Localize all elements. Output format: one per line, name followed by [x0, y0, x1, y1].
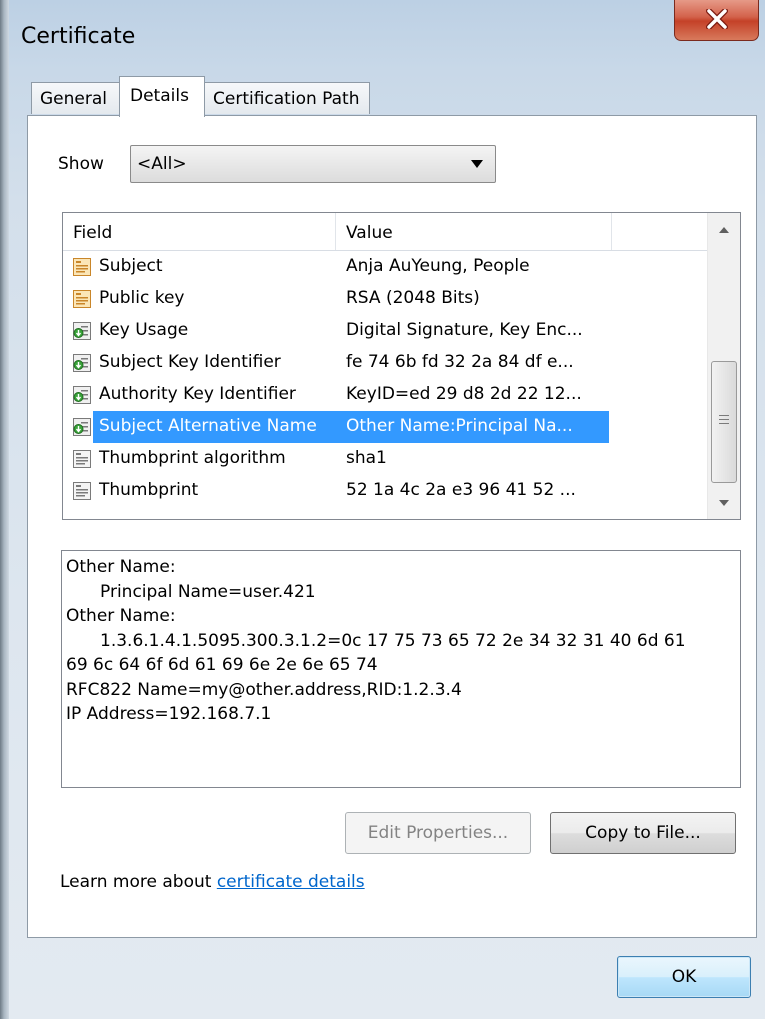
detail-line: IP Address=192.168.7.1 [66, 704, 272, 724]
field-name-cell: Subject [99, 256, 163, 276]
cert-extension-icon [72, 321, 92, 341]
list-row[interactable]: Thumbprint 52 1a 4c 2a e3 96 41 52 ... [63, 475, 707, 507]
column-header-value[interactable]: Value [336, 213, 612, 250]
field-name-cell: Thumbprint algorithm [99, 448, 286, 468]
scroll-up-button[interactable] [708, 213, 740, 247]
detail-line: 69 6c 64 6f 6d 61 69 6e 2e 6e 65 74 [66, 655, 378, 675]
list-rows: Subject Anja AuYeung, People Public key RSA… [63, 251, 707, 507]
ok-button[interactable]: OK [617, 956, 751, 998]
list-row[interactable]: Thumbprint algorithm sha1 [63, 443, 707, 475]
field-name-cell: Authority Key Identifier [99, 384, 296, 404]
field-name-cell: Public key [99, 288, 185, 308]
field-value-cell: Digital Signature, Key Enc... [346, 320, 583, 340]
detail-line: RFC822 Name=my@other.address,RID:1.2.3.4 [66, 679, 462, 700]
list-row[interactable]: Subject Key Identifier fe 74 6b fd 32 2a … [63, 347, 707, 379]
detail-line: Other Name: [66, 557, 176, 577]
title-bar[interactable]: Certificate [9, 0, 765, 78]
field-name-cell: Subject Key Identifier [99, 352, 281, 372]
detail-line: Principal Name=user.421 [100, 581, 316, 602]
list-row[interactable]: Subject Alternative Name Other Name:Princ… [63, 411, 707, 443]
field-value-cell: RSA (2048 Bits) [346, 288, 480, 308]
list-row[interactable]: Subject Anja AuYeung, People [63, 251, 707, 283]
scroll-thumb[interactable] [711, 361, 737, 483]
edit-properties-button[interactable]: Edit Properties... [345, 812, 531, 854]
field-name-cell: Thumbprint [99, 480, 199, 500]
window-frame-edge [0, 0, 9, 1019]
window-title: Certificate [21, 24, 136, 49]
column-header-empty [612, 213, 707, 250]
list-row[interactable]: Key Usage Digital Signature, Key Enc... [63, 315, 707, 347]
learn-more-prefix: Learn more about [60, 872, 217, 892]
cert-field-icon [72, 257, 92, 277]
close-icon [705, 9, 728, 29]
show-dropdown-value: <All> [137, 154, 187, 174]
chevron-down-icon [471, 160, 483, 168]
field-name-cell: Subject Alternative Name [99, 416, 317, 436]
certificate-details-link[interactable]: certificate details [217, 872, 365, 892]
list-header: Field Value [63, 213, 707, 251]
learn-more-text: Learn more about certificate details [60, 872, 365, 892]
tab-details[interactable]: Details [119, 76, 205, 117]
field-value-cell: Anja AuYeung, People [346, 256, 530, 276]
list-row[interactable]: Authority Key Identifier KeyID=ed 29 d8 2… [63, 379, 707, 411]
detail-line: Other Name: [66, 606, 176, 626]
show-label: Show [58, 154, 104, 174]
field-name-cell: Key Usage [99, 320, 189, 340]
field-value-cell: 52 1a 4c 2a e3 96 41 52 ... [346, 480, 576, 500]
arrow-down-icon [719, 500, 729, 506]
tab-certification-path[interactable]: Certification Path [204, 82, 370, 114]
close-button[interactable] [674, 0, 759, 41]
tab-general[interactable]: General [31, 82, 120, 114]
field-value-cell: sha1 [346, 448, 387, 468]
show-dropdown[interactable]: <All> [130, 145, 496, 183]
list-scrollbar[interactable] [707, 213, 740, 519]
arrow-up-icon [719, 227, 729, 233]
list-row[interactable]: Public key RSA (2048 Bits) [63, 283, 707, 315]
field-value-cell: fe 74 6b fd 32 2a 84 df e... [346, 352, 574, 372]
cert-property-icon [72, 481, 92, 501]
cert-extension-icon [72, 353, 92, 373]
detail-line: 1.3.6.1.4.1.5095.300.3.1.2=0c 17 75 73 6… [100, 630, 686, 651]
column-header-field[interactable]: Field [63, 213, 336, 250]
details-tab-page: Show <All> Field Value Subject Anja AuYeu… [27, 115, 757, 938]
scroll-down-button[interactable] [708, 485, 740, 519]
field-value-textbox[interactable]: Other Name: Principal Name=user.421 Othe… [61, 550, 741, 788]
copy-to-file-button[interactable]: Copy to File... [550, 812, 736, 854]
cert-property-icon [72, 449, 92, 469]
field-value-cell: KeyID=ed 29 d8 2d 22 12... [346, 384, 582, 404]
cert-field-icon [72, 289, 92, 309]
fields-list[interactable]: Field Value Subject Anja AuYeung, People P… [62, 212, 741, 520]
cert-extension-icon [72, 385, 92, 405]
field-value-cell: Other Name:Principal Na... [346, 416, 573, 436]
certificate-dialog: Certificate General Details Certificatio… [9, 0, 765, 1019]
grip-icon [719, 415, 729, 427]
cert-extension-icon [72, 417, 92, 437]
